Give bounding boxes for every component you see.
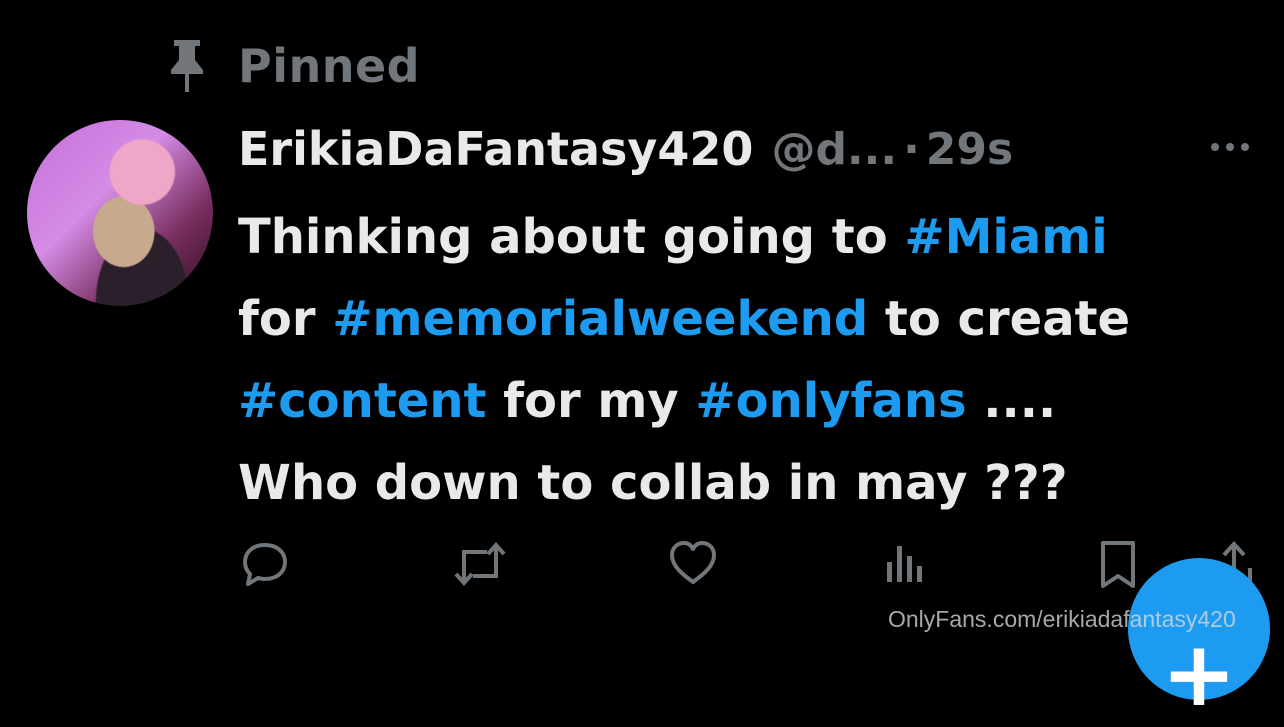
timestamp[interactable]: 29s [926,124,1013,175]
tweet-text-segment: for my [486,373,696,429]
user-handle[interactable]: @d... [771,124,897,175]
views-icon[interactable] [884,540,926,584]
tweet-text-segment: for [238,291,333,347]
tweet-line: Thinking about going to #Miami [238,196,1278,278]
tweet-header: ErikiaDaFantasy420 @d... · 29s [238,116,1013,182]
hashtag-link[interactable]: #Miami [904,209,1107,265]
pin-icon [171,40,203,92]
tweet-text-segment: Thinking about going to [238,209,905,265]
tweet-line: for #memorialweekend to create [238,278,1278,360]
pinned-label: Pinned [238,39,421,93]
tweet-line: #content for my #onlyfans .... [238,360,1278,442]
pinned-indicator: Pinned [164,38,420,94]
tweet-text-segment: .... [966,373,1057,429]
reply-icon[interactable] [241,540,289,588]
more-options-icon[interactable] [1208,140,1252,154]
display-name[interactable]: ErikiaDaFantasy420 [238,122,753,176]
tweet-text-segment: to create [868,291,1131,347]
tweet-line: Who down to collab in may ??? [238,442,1278,524]
separator-dot: · [903,123,920,175]
watermark: OnlyFans.com/erikiadafantasy420 [888,606,1236,632]
retweet-icon[interactable] [453,540,507,588]
hashtag-link[interactable]: #onlyfans [695,373,966,429]
tweet-text: Thinking about going to #Miami for #memor… [238,196,1278,524]
bookmark-icon[interactable] [1098,540,1138,590]
tweet-text-segment: Who down to collab in may ??? [238,455,1068,511]
like-icon[interactable] [668,540,718,586]
avatar[interactable] [27,120,213,306]
compose-plus-label: + [1161,622,1237,727]
hashtag-link[interactable]: #content [238,373,486,429]
hashtag-link[interactable]: #memorialweekend [332,291,868,347]
